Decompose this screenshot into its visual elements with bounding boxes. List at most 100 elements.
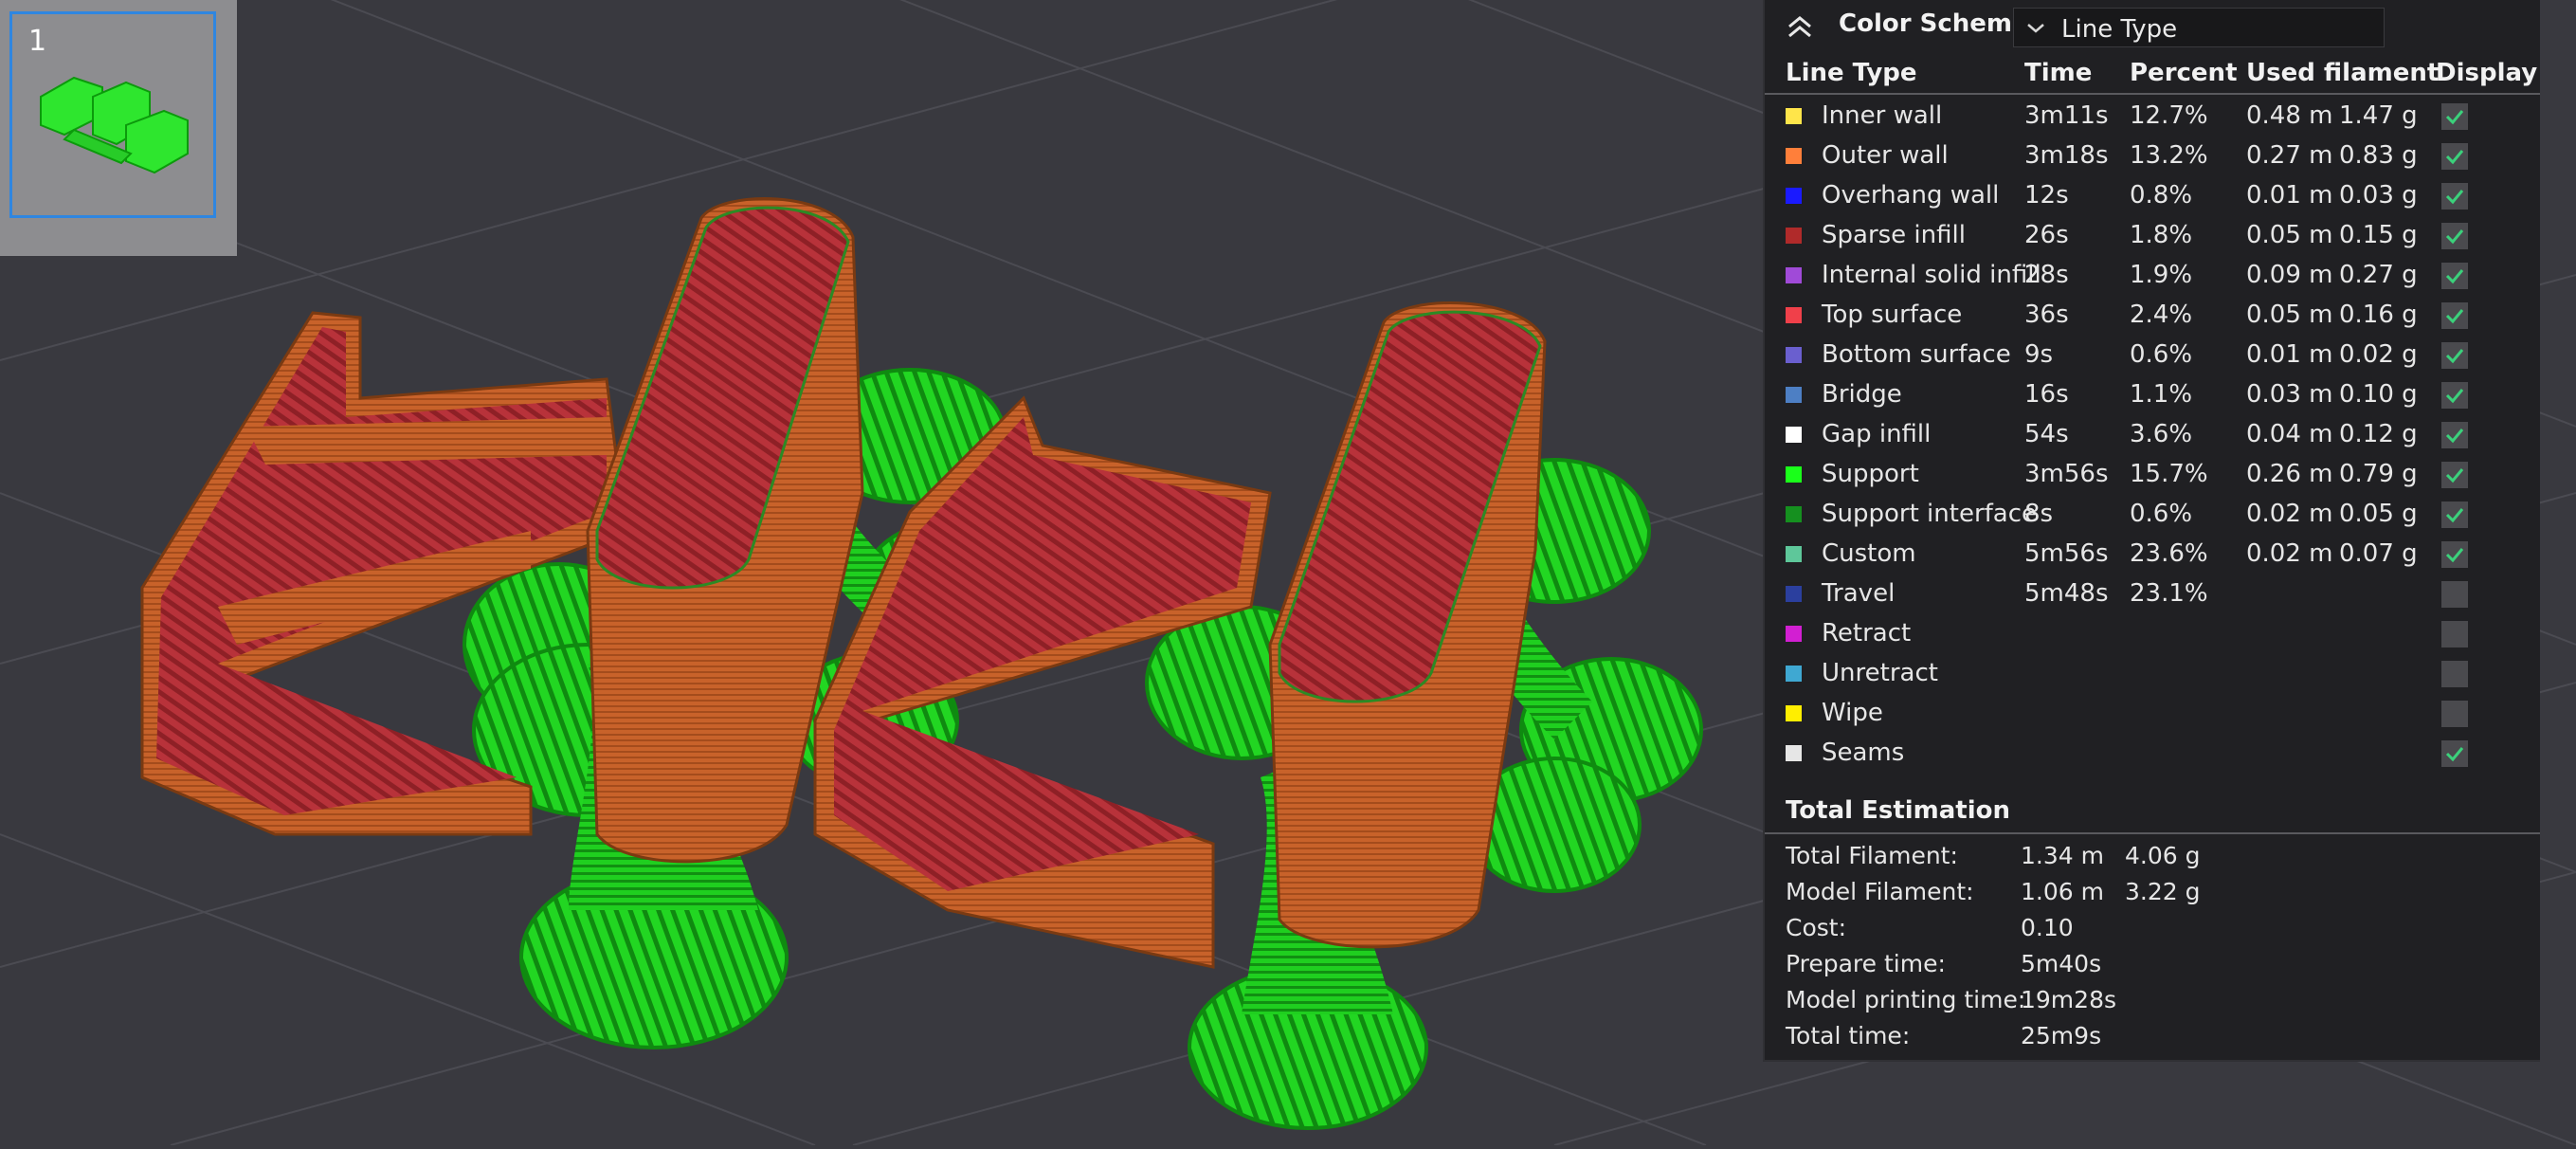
line-type-percent: 1.9% — [2130, 261, 2193, 289]
legend-row[interactable]: Inner wall 3m11s 12.7% 0.48 m 1.47 g — [1765, 97, 2540, 137]
line-type-filament-weight: 0.12 g — [2339, 420, 2418, 448]
line-type-filament-weight: 0.02 g — [2339, 340, 2418, 369]
line-type-percent: 13.2% — [2130, 141, 2208, 170]
line-type-filament-length: 0.48 m — [2246, 101, 2333, 130]
display-checkbox[interactable] — [2441, 422, 2468, 448]
line-type-time: 5m48s — [2024, 579, 2109, 608]
line-type-percent: 2.4% — [2130, 301, 2193, 329]
color-swatch — [1786, 267, 1802, 283]
legend-row[interactable]: Seams — [1765, 734, 2540, 774]
display-checkbox[interactable] — [2441, 502, 2468, 528]
color-swatch — [1786, 586, 1802, 602]
line-type-name: Outer wall — [1822, 141, 1949, 170]
display-checkbox[interactable] — [2441, 462, 2468, 488]
checkmark-icon — [2445, 110, 2464, 125]
color-swatch — [1786, 307, 1802, 323]
legend-header: Color Scheme Line Type — [1765, 0, 2540, 55]
legend-row[interactable]: Wipe — [1765, 694, 2540, 734]
legend-row[interactable]: Top surface 36s 2.4% 0.05 m 0.16 g — [1765, 296, 2540, 336]
color-scheme-dropdown[interactable]: Line Type — [2013, 8, 2385, 47]
estimation-row: Prepare time: 5m40s — [1765, 946, 2540, 982]
display-checkbox[interactable] — [2441, 143, 2468, 170]
legend-row[interactable]: Sparse infill 26s 1.8% 0.05 m 0.15 g — [1765, 216, 2540, 256]
line-type-filament-length: 0.05 m — [2246, 221, 2333, 249]
display-checkbox[interactable] — [2441, 302, 2468, 329]
display-checkbox[interactable] — [2441, 263, 2468, 289]
display-checkbox[interactable] — [2441, 740, 2468, 767]
line-type-time: 3m18s — [2024, 141, 2109, 170]
color-swatch — [1786, 347, 1802, 363]
legend-row[interactable]: Bridge 16s 1.1% 0.03 m 0.10 g — [1765, 375, 2540, 415]
legend-row[interactable]: Custom 5m56s 23.6% 0.02 m 0.07 g — [1765, 535, 2540, 574]
col-used-filament: Used filament — [2246, 59, 2440, 87]
estimation-value-secondary: 4.06 g — [2125, 842, 2201, 869]
estimation-value-secondary: 3.22 g — [2125, 878, 2201, 905]
color-swatch — [1786, 387, 1802, 403]
line-type-name: Custom — [1822, 539, 1916, 568]
display-checkbox[interactable] — [2441, 701, 2468, 727]
display-checkbox[interactable] — [2441, 621, 2468, 647]
legend-row[interactable]: Retract — [1765, 614, 2540, 654]
chevron-down-icon — [2025, 20, 2046, 41]
display-checkbox[interactable] — [2441, 103, 2468, 130]
line-type-percent: 23.1% — [2130, 579, 2208, 608]
line-type-name: Retract — [1822, 619, 1912, 647]
legend-row[interactable]: Unretract — [1765, 654, 2540, 694]
line-type-filament-length: 0.02 m — [2246, 539, 2333, 568]
display-checkbox[interactable] — [2441, 541, 2468, 568]
line-type-filament-weight: 0.07 g — [2339, 539, 2418, 568]
line-type-filament-weight: 0.79 g — [2339, 460, 2418, 488]
line-type-filament-weight: 0.15 g — [2339, 221, 2418, 249]
line-type-time: 5m56s — [2024, 539, 2109, 568]
line-type-filament-length: 0.04 m — [2246, 420, 2333, 448]
line-type-time: 26s — [2024, 221, 2069, 249]
line-type-name: Bottom surface — [1822, 340, 2011, 369]
line-type-filament-length: 0.05 m — [2246, 301, 2333, 329]
line-type-filament-length: 0.01 m — [2246, 340, 2333, 369]
legend-row[interactable]: Bottom surface 9s 0.6% 0.01 m 0.02 g — [1765, 336, 2540, 375]
display-checkbox[interactable] — [2441, 183, 2468, 210]
display-checkbox[interactable] — [2441, 661, 2468, 687]
estimation-value: 1.34 m — [2021, 842, 2104, 869]
line-type-filament-weight: 0.05 g — [2339, 500, 2418, 528]
display-checkbox[interactable] — [2441, 342, 2468, 369]
plate-number: 1 — [28, 25, 47, 58]
checkmark-icon — [2445, 389, 2464, 404]
total-estimation-title: Total Estimation — [1786, 796, 2011, 825]
line-type-percent: 15.7% — [2130, 460, 2208, 488]
legend-row[interactable]: Overhang wall 12s 0.8% 0.01 m 0.03 g — [1765, 176, 2540, 216]
legend-row[interactable]: Support 3m56s 15.7% 0.26 m 0.79 g — [1765, 455, 2540, 495]
line-type-percent: 1.1% — [2130, 380, 2193, 409]
checkmark-icon — [2445, 747, 2464, 762]
checkmark-icon — [2445, 229, 2464, 245]
legend-row[interactable]: Internal solid infill 28s 1.9% 0.09 m 0.27 g — [1765, 256, 2540, 296]
display-checkbox[interactable] — [2441, 382, 2468, 409]
color-swatch — [1786, 466, 1802, 483]
estimation-label: Total time: — [1786, 1022, 1911, 1049]
line-type-name: Wipe — [1822, 699, 1883, 727]
estimation-label: Total Filament: — [1786, 842, 1958, 869]
plate-thumbnail[interactable]: 1 — [0, 0, 237, 256]
estimation-label: Cost: — [1786, 914, 1847, 941]
estimation-row: Total time: 25m9s — [1765, 1018, 2540, 1054]
legend-row[interactable]: Support interface 8s 0.6% 0.02 m 0.05 g — [1765, 495, 2540, 535]
collapse-chevrons-icon[interactable] — [1786, 13, 1814, 46]
line-type-name: Support interface — [1822, 500, 2038, 528]
checkmark-icon — [2445, 190, 2464, 205]
line-type-filament-weight: 0.03 g — [2339, 181, 2418, 210]
color-swatch — [1786, 626, 1802, 642]
line-type-filament-length: 0.27 m — [2246, 141, 2333, 170]
estimation-value: 19m28s — [2021, 986, 2117, 1013]
display-checkbox[interactable] — [2441, 581, 2468, 608]
legend-row[interactable]: Travel 5m48s 23.1% — [1765, 574, 2540, 614]
legend-row[interactable]: Gap infill 54s 3.6% 0.04 m 0.12 g — [1765, 415, 2540, 455]
checkmark-icon — [2445, 548, 2464, 563]
color-swatch — [1786, 506, 1802, 522]
line-type-name: Bridge — [1822, 380, 1902, 409]
line-type-filament-length: 0.26 m — [2246, 460, 2333, 488]
display-checkbox[interactable] — [2441, 223, 2468, 249]
legend-row[interactable]: Outer wall 3m18s 13.2% 0.27 m 0.83 g — [1765, 137, 2540, 176]
line-type-time: 54s — [2024, 420, 2069, 448]
color-swatch — [1786, 705, 1802, 721]
line-type-time: 12s — [2024, 181, 2069, 210]
